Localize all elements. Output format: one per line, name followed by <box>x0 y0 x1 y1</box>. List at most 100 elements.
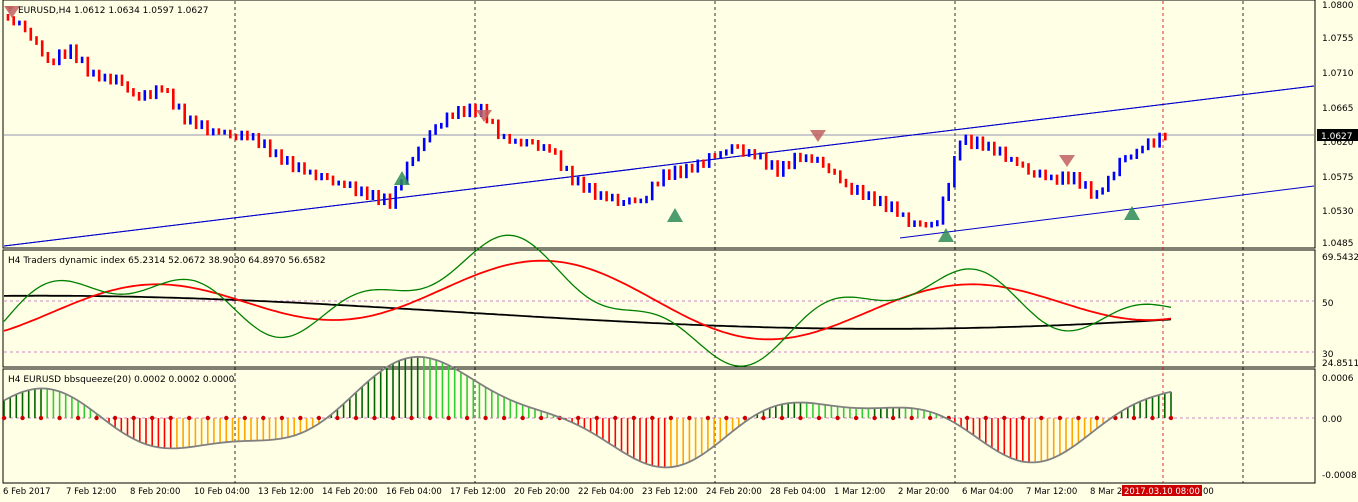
time-label: 1 Mar 12:00 <box>834 487 885 497</box>
time-label: 10 Feb 04:00 <box>194 487 250 497</box>
squeeze-dot <box>298 415 303 421</box>
tdi-axis-label: 24.8511 <box>1322 359 1358 369</box>
squeeze-dot <box>224 415 229 421</box>
time-label: 28 Feb 04:00 <box>770 487 826 497</box>
time-label: 6 Mar 04:00 <box>962 487 1013 497</box>
squeeze-dot <box>427 415 433 421</box>
price-label: 1.0485 <box>1322 239 1354 249</box>
squeeze-dot <box>353 415 359 421</box>
squeeze-dot <box>20 415 25 421</box>
price-label: 1.0755 <box>1322 34 1354 44</box>
squeeze-dot <box>483 415 488 421</box>
tdi-panel[interactable] <box>2 249 1316 368</box>
squeeze-dot <box>705 415 711 421</box>
squeeze-dot <box>75 415 81 421</box>
squeeze-dot <box>668 415 674 421</box>
time-label: 24 Feb 20:00 <box>706 487 762 497</box>
squeeze-dot <box>261 415 266 421</box>
squeeze-dot <box>613 415 618 421</box>
time-label: 17 Feb 12:00 <box>450 487 506 497</box>
squeeze-dot <box>501 415 507 421</box>
time-label: 13 Feb 12:00 <box>258 487 314 497</box>
squeeze-dot <box>1039 415 1044 421</box>
time-label: 23 Feb 12:00 <box>642 487 698 497</box>
bbs-axis-label: 0.00 <box>1322 415 1342 425</box>
time-label: 2 Mar 20:00 <box>898 487 949 497</box>
squeeze-dot <box>57 415 62 421</box>
cursor-time-label: 2017.03.10 08:00 <box>1124 487 1200 497</box>
squeeze-dot <box>798 415 803 421</box>
bbsqueeze-panel-title: H4 EURUSD bbsqueeze(20) 0.0002 0.0002 0.… <box>8 375 235 385</box>
squeeze-dot <box>650 415 655 421</box>
tdi-axis-label: 50 <box>1322 299 1334 309</box>
squeeze-dot <box>187 415 192 421</box>
squeeze-dot <box>1094 415 1100 421</box>
squeeze-dot <box>742 415 748 421</box>
time-label: 8 Feb 20:00 <box>130 487 180 497</box>
squeeze-dot <box>150 415 155 421</box>
squeeze-dot <box>131 415 136 421</box>
squeeze-dot <box>928 415 933 421</box>
time-label: 6 Feb 2017 <box>3 487 51 497</box>
squeeze-dot <box>576 415 581 421</box>
time-label: 14 Feb 20:00 <box>322 487 378 497</box>
squeeze-dot <box>242 415 247 421</box>
time-label: 22 Feb 04:00 <box>578 487 634 497</box>
squeeze-dot <box>724 415 729 421</box>
price-label: 1.0575 <box>1322 173 1354 183</box>
squeeze-dot <box>390 415 396 421</box>
squeeze-dot <box>890 415 896 421</box>
time-label: 8 Mar 2 <box>1090 487 1122 497</box>
tdi-axis-label: 69.5432 <box>1322 253 1358 263</box>
squeeze-dot <box>594 415 599 421</box>
bbs-axis-label: 0.0006 <box>1322 374 1354 384</box>
squeeze-dot <box>687 415 692 421</box>
price-label: 1.0710 <box>1322 69 1354 79</box>
time-label: 20 Feb 20:00 <box>514 487 570 497</box>
price-label: 1.0665 <box>1322 104 1354 114</box>
squeeze-dot <box>464 415 470 421</box>
price-label: 1.0530 <box>1322 207 1354 217</box>
squeeze-dot <box>168 415 173 421</box>
squeeze-dot <box>316 415 322 421</box>
squeeze-dot <box>853 415 859 421</box>
time-label: 00 <box>1203 487 1214 497</box>
squeeze-dot <box>1168 415 1174 421</box>
squeeze-dot <box>631 415 636 421</box>
trading-chart[interactable]: EURUSD,H4 1.0612 1.0634 1.0597 1.0627 H4… <box>0 0 1358 502</box>
current-price-label: 1.0627 <box>1321 132 1353 142</box>
squeeze-dot <box>279 415 285 421</box>
squeeze-dot <box>835 415 840 421</box>
squeeze-dot <box>446 415 451 421</box>
price-label: 1.0800 <box>1322 1 1354 11</box>
squeeze-dot <box>1020 415 1025 421</box>
squeeze-dot <box>335 415 340 421</box>
bbs-axis-label: -0.0008 <box>1322 471 1357 481</box>
squeeze-dot <box>1057 415 1063 421</box>
tdi-panel-title: H4 Traders dynamic index 65.2314 52.0672… <box>8 256 326 266</box>
squeeze-dot <box>1076 415 1081 421</box>
squeeze-dot <box>38 415 44 421</box>
squeeze-dot <box>1131 415 1137 421</box>
squeeze-dot <box>983 415 988 421</box>
squeeze-dot <box>909 415 914 421</box>
squeeze-dot <box>965 415 970 421</box>
squeeze-dot <box>409 415 414 421</box>
squeeze-dot <box>520 415 525 421</box>
squeeze-dot <box>1002 415 1007 421</box>
squeeze-dot <box>205 415 210 421</box>
squeeze-dot <box>372 415 377 421</box>
squeeze-dot <box>761 415 766 421</box>
squeeze-dot <box>816 415 822 421</box>
squeeze-dot <box>779 415 785 421</box>
squeeze-dot <box>94 415 99 421</box>
squeeze-dot <box>1150 415 1155 421</box>
main-panel-title: EURUSD,H4 1.0612 1.0634 1.0597 1.0627 <box>18 6 209 16</box>
time-axis: 6 Feb 2017 7 Feb 12:00 8 Feb 20:00 10 Fe… <box>3 485 1214 497</box>
squeeze-dot <box>872 415 877 421</box>
time-label: 16 Feb 04:00 <box>386 487 442 497</box>
squeeze-dot <box>1 415 7 421</box>
time-label: 7 Mar 12:00 <box>1026 487 1077 497</box>
squeeze-dot <box>112 415 118 421</box>
squeeze-dot <box>539 415 544 421</box>
